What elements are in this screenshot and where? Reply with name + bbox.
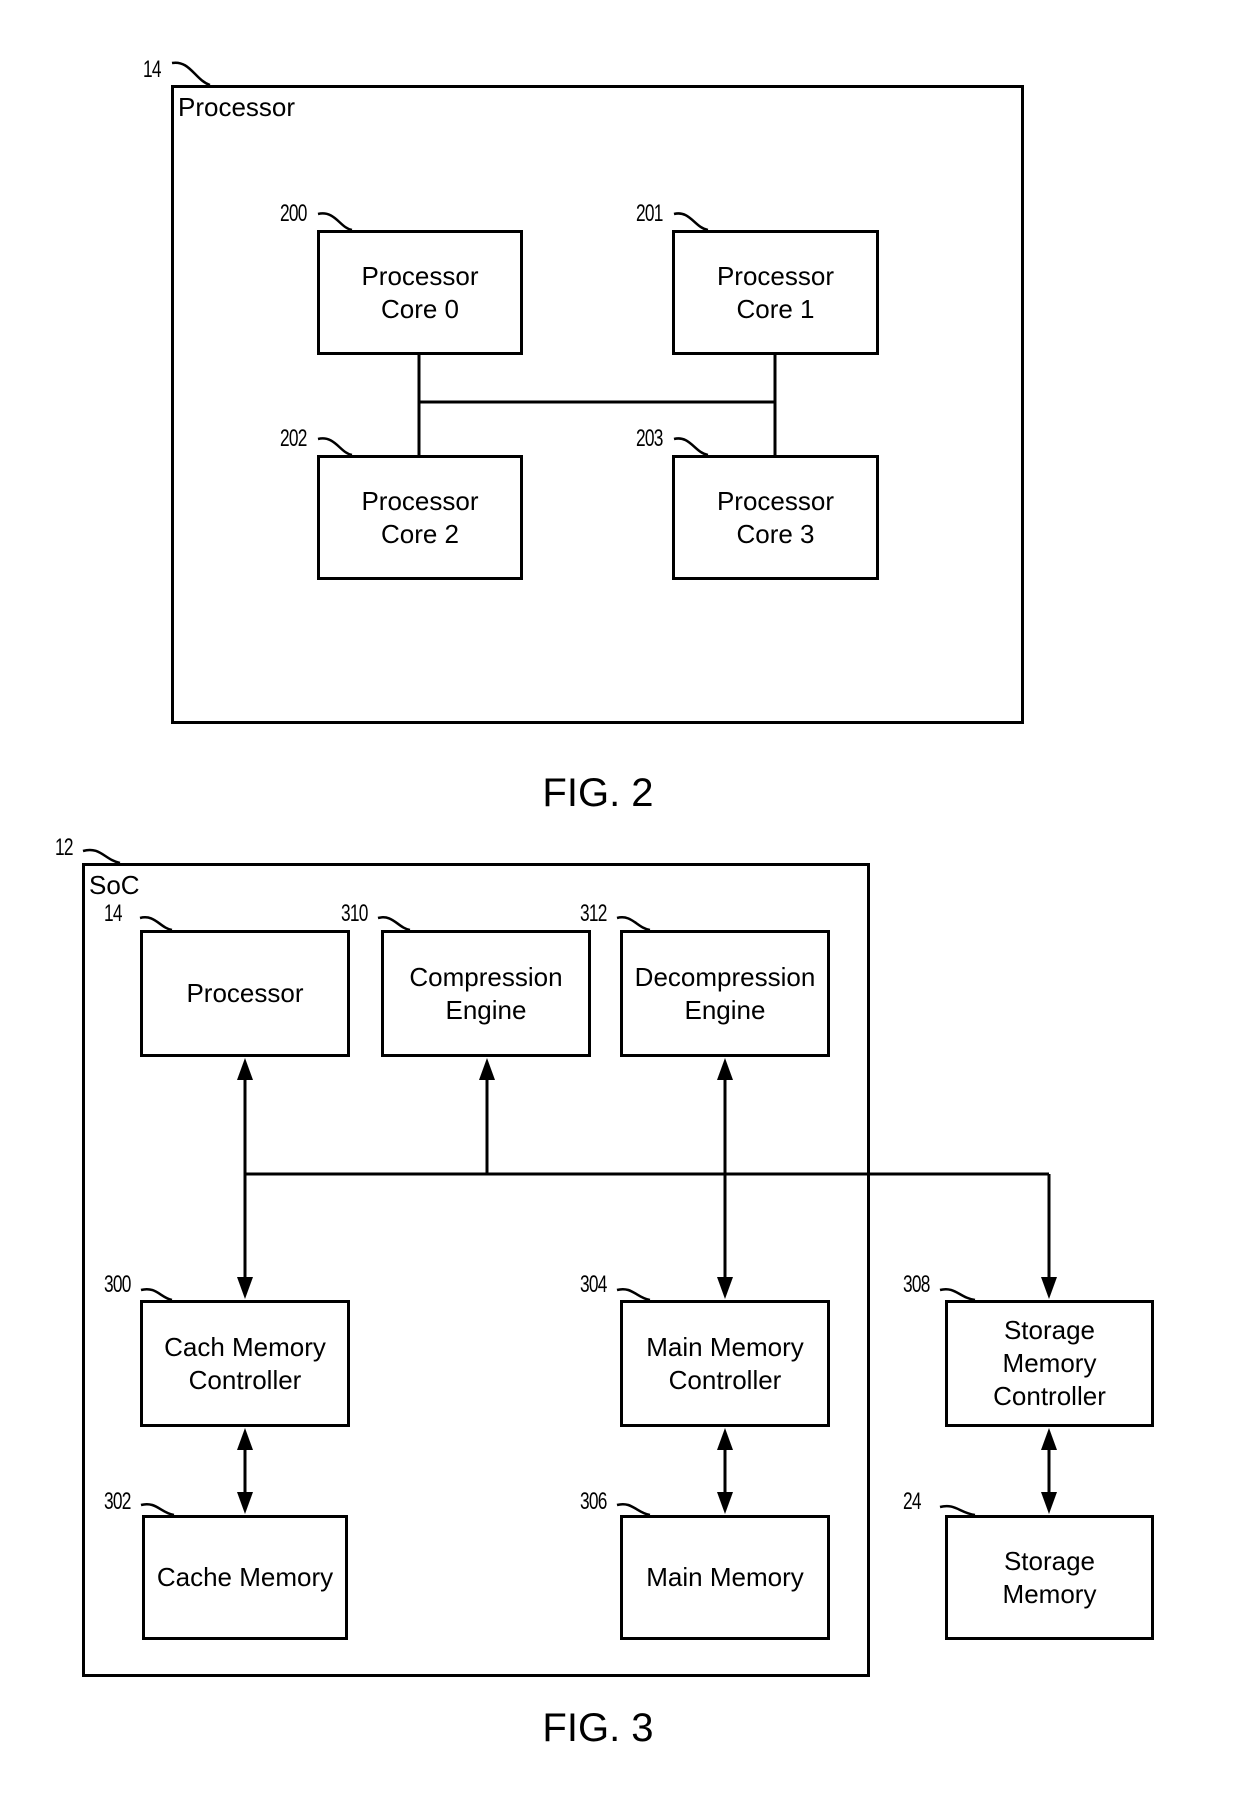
leader-203	[673, 437, 709, 457]
arrowhead-up-decompression	[717, 1058, 733, 1080]
leader-308	[939, 1287, 976, 1302]
leader-304	[616, 1287, 651, 1302]
arrowhead-up-cache-ctrl	[237, 1428, 253, 1450]
connector-layer	[82, 61, 1057, 1517]
leader-12	[82, 848, 121, 865]
arrowhead-down-storage-mem	[1041, 1492, 1057, 1514]
arrowhead-down-cache-ctrl	[237, 1277, 253, 1299]
arrowhead-down-main-mem	[717, 1492, 733, 1514]
leader-201	[673, 212, 709, 232]
arrowhead-down-main-ctrl	[717, 1277, 733, 1299]
arrowhead-up-storage-ctrl	[1041, 1428, 1057, 1450]
leader-24	[939, 1504, 976, 1517]
arrowhead-up-compression	[479, 1058, 495, 1080]
leader-300	[140, 1287, 173, 1302]
leader-306	[616, 1502, 651, 1517]
arrowhead-down-cache-mem	[237, 1492, 253, 1514]
arrowhead-up-processor	[237, 1058, 253, 1080]
leader-202	[317, 437, 353, 457]
leader-302	[140, 1502, 175, 1517]
leader-14b	[139, 916, 173, 932]
leader-310	[377, 916, 411, 932]
arrowhead-up-main-ctrl	[717, 1428, 733, 1450]
arrowhead-down-storage-ctrl	[1041, 1277, 1057, 1299]
leader-200	[317, 212, 353, 232]
leader-312	[616, 916, 651, 932]
leader-14	[171, 61, 211, 87]
